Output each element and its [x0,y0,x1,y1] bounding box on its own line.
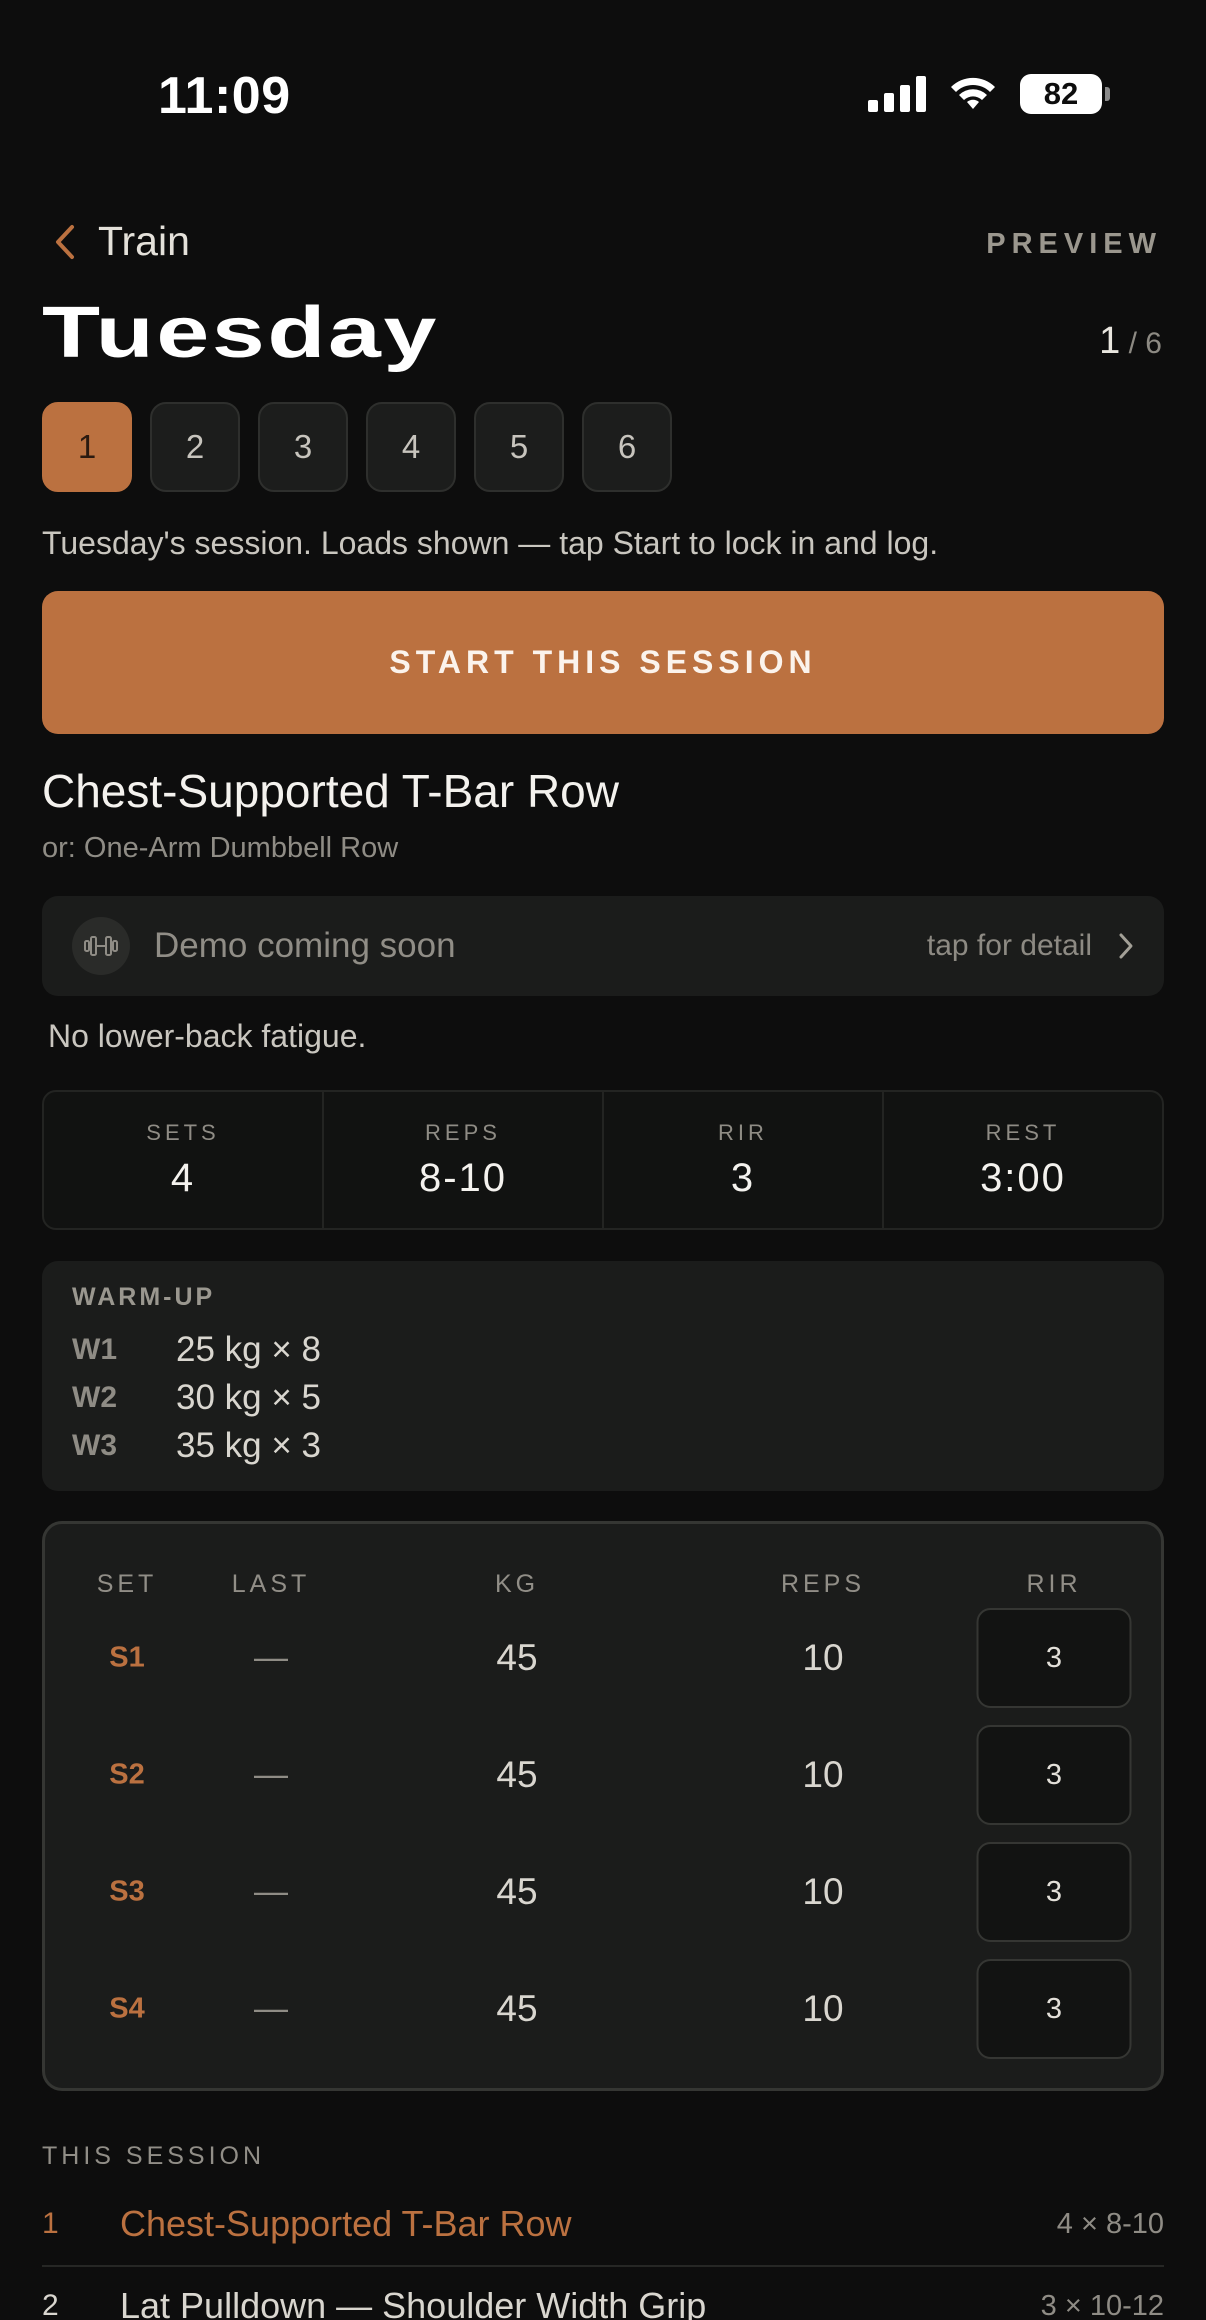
header-last: LAST [231,1570,311,1598]
warmup-value: 25 kg × 8 [176,1330,321,1369]
prescription-stats: SETS 4 REPS 8-10 RIR 3 REST 3:00 [42,1090,1164,1230]
stat-reps: REPS 8-10 [324,1092,604,1228]
last-value: — [254,1638,288,1677]
kg-input[interactable]: 45 [496,1637,537,1679]
session-item-name: Lat Pulldown — Shoulder Width Grip [120,2285,707,2320]
stat-value: 8-10 [418,1155,508,1200]
signal-icon [868,76,926,112]
preview-label: PREVIEW [986,228,1162,260]
kg-input[interactable]: 45 [496,1988,537,2030]
set-row: S4 — 45 10 3 [45,1959,1161,2059]
wifi-icon [951,77,995,109]
stat-label: SETS [146,1119,220,1145]
warmup-tag: W3 [72,1429,117,1462]
session-subtitle: Tuesday's session. Loads shown — tap Sta… [42,525,939,561]
exercise-note: No lower-back fatigue. [48,1018,367,1054]
warmup-title: WARM-UP [72,1283,216,1311]
header-set: SET [96,1570,158,1598]
warmup-row: W1 25 kg × 8 [72,1326,1134,1374]
reps-input[interactable]: 10 [802,1988,843,2030]
exercise-name: Chest-Supported T-Bar Row [42,765,619,817]
reps-input[interactable]: 10 [802,1871,843,1913]
stat-rir: RIR 3 [604,1092,884,1228]
day-counter: 1 / 6 [1099,320,1162,363]
day-pill-4[interactable]: 4 [366,402,456,492]
session-preview-screen: 11:09 82 Train PREVIEW Tuesday 1 / 6 1 2… [0,0,1206,2320]
dumbbell-icon [72,917,130,975]
chevron-left-icon [56,224,74,259]
demo-tap-hint: tap for detail [926,929,1092,962]
set-row: S3 — 45 10 3 [45,1842,1161,1942]
demo-detail-row[interactable]: Demo coming soon tap for detail [42,896,1164,996]
warmup-row: W3 35 kg × 3 [72,1422,1134,1470]
rir-input[interactable]: 3 [976,1725,1132,1825]
set-row: S1 — 45 10 3 [45,1608,1161,1708]
warmup-value: 30 kg × 5 [176,1378,321,1417]
back-button[interactable]: Train [54,218,190,265]
rir-input[interactable]: 3 [976,1842,1132,1942]
day-pill-5[interactable]: 5 [474,402,564,492]
battery-icon: 82 [1020,74,1110,114]
set-table: SET LAST KG REPS RIR S1 — 45 10 3 S2 — 4… [42,1521,1164,2091]
last-value: — [254,1989,288,2028]
warmup-card: WARM-UP W1 25 kg × 8 W2 30 kg × 5 W3 35 … [42,1261,1164,1491]
exercise-alternative: or: One-Arm Dumbbell Row [42,832,399,864]
session-exercise-item[interactable]: 2 Lat Pulldown — Shoulder Width Grip 3 ×… [42,2266,1164,2320]
header-kg: KG [494,1570,540,1598]
chevron-right-icon [1119,933,1133,959]
set-label: S3 [109,1875,145,1908]
stat-value: 3:00 [980,1155,1066,1200]
day-counter-total: / 6 [1128,327,1162,360]
warmup-tag: W1 [72,1333,117,1366]
day-counter-current: 1 [1099,320,1121,362]
header-rir: RIR [1026,1570,1082,1598]
stat-label: RIR [718,1119,768,1145]
day-pill-2[interactable]: 2 [150,402,240,492]
stat-rest: REST 3:00 [884,1092,1162,1228]
day-selector: 1 2 3 4 5 6 [42,402,672,492]
last-value: — [254,1755,288,1794]
day-pill-6[interactable]: 6 [582,402,672,492]
session-exercise-item[interactable]: 1 Chest-Supported T-Bar Row 4 × 8-10 [42,2184,1164,2264]
start-session-button[interactable]: START THIS SESSION [42,591,1164,734]
header-reps: REPS [780,1570,866,1598]
kg-input[interactable]: 45 [496,1754,537,1796]
day-pill-1[interactable]: 1 [42,402,132,492]
session-item-name: Chest-Supported T-Bar Row [120,2203,572,2244]
stat-value: 3 [730,1155,756,1200]
session-item-index: 2 [42,2289,59,2320]
session-item-index: 1 [42,2207,59,2240]
warmup-tag: W2 [72,1381,117,1414]
session-item-sets: 3 × 10-12 [1040,2289,1164,2320]
kg-input[interactable]: 45 [496,1871,537,1913]
demo-label: Demo coming soon [154,926,456,965]
day-title: Tuesday [42,293,440,373]
reps-input[interactable]: 10 [802,1754,843,1796]
warmup-row: W2 30 kg × 5 [72,1374,1134,1422]
stat-label: REPS [425,1119,501,1145]
back-label: Train [98,218,190,264]
reps-input[interactable]: 10 [802,1637,843,1679]
stat-sets: SETS 4 [44,1092,324,1228]
set-row: S2 — 45 10 3 [45,1725,1161,1825]
day-pill-3[interactable]: 3 [258,402,348,492]
status-time: 11:09 [158,67,291,125]
rir-input[interactable]: 3 [976,1959,1132,2059]
set-label: S4 [109,1992,145,2025]
set-label: S2 [109,1758,145,1791]
status-icons: 82 [868,74,1110,114]
stat-label: REST [985,1119,1061,1145]
stat-value: 4 [170,1155,196,1200]
this-session-title: THIS SESSION [42,2142,266,2170]
last-value: — [254,1872,288,1911]
set-label: S1 [109,1641,145,1674]
rir-input[interactable]: 3 [976,1608,1132,1708]
session-item-sets: 4 × 8-10 [1056,2207,1164,2240]
warmup-value: 35 kg × 3 [176,1426,321,1465]
